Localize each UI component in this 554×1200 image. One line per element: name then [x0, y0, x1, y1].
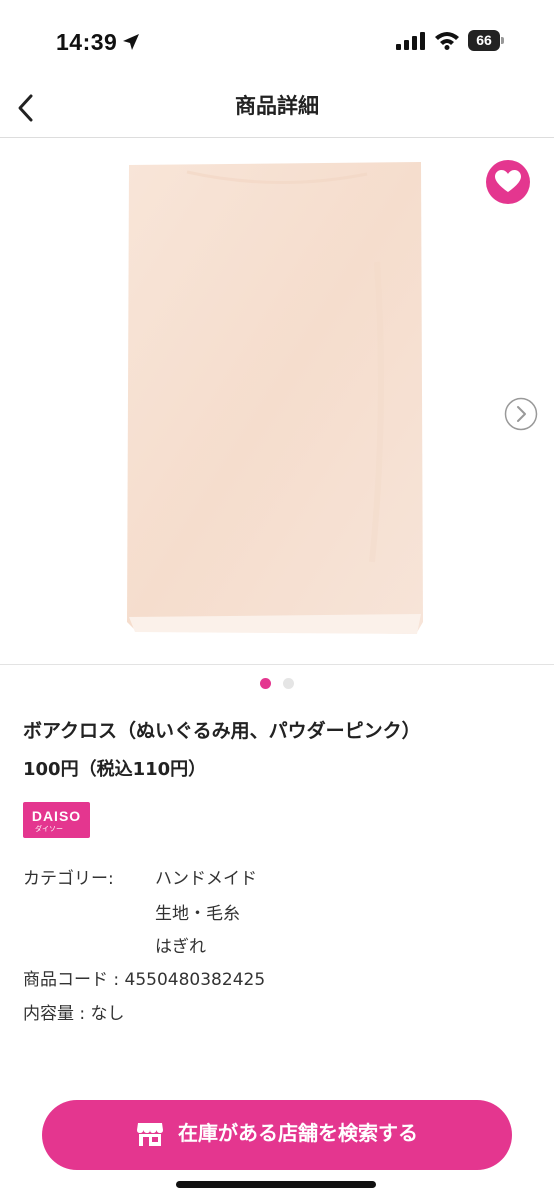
- pagination-dot-2[interactable]: [283, 678, 294, 689]
- search-stock-stores-label: 在庫がある店舗を検索する: [178, 1121, 418, 1145]
- brand-logo-sub: ダイソー: [35, 825, 63, 833]
- wifi-icon: [435, 32, 459, 50]
- chevron-left-icon: [18, 94, 33, 122]
- product-price: 100円（税込110円）: [23, 759, 207, 780]
- search-stock-stores-button[interactable]: 在庫がある店舗を検索する: [42, 1100, 512, 1170]
- gallery-pagination: [0, 678, 554, 692]
- product-gallery[interactable]: [0, 138, 554, 665]
- status-time-group: 14:39: [56, 26, 141, 58]
- category-item[interactable]: はぎれ: [155, 932, 206, 957]
- category-label: カテゴリー:: [23, 869, 114, 889]
- pagination-dot-1[interactable]: [260, 678, 271, 689]
- favorite-button[interactable]: [486, 160, 530, 204]
- brand-logo: DAISO ダイソー: [23, 802, 90, 838]
- page-title: 商品詳細: [235, 94, 319, 118]
- category-item[interactable]: ハンドメイド: [155, 864, 257, 889]
- product-code: 商品コード : 4550480382425: [23, 970, 266, 990]
- product-name: ボアクロス（ぬいぐるみ用、パウダーピンク）: [23, 720, 421, 742]
- product-image: [127, 162, 423, 634]
- category-item[interactable]: 生地・毛糸: [155, 899, 240, 924]
- nav-bar: 商品詳細: [0, 80, 554, 138]
- battery-icon: 66: [468, 30, 504, 51]
- status-time: 14:39: [56, 28, 118, 55]
- back-button[interactable]: [6, 88, 46, 128]
- battery-level: 66: [476, 32, 492, 48]
- store-icon: [137, 1123, 163, 1146]
- status-bar: 14:39 66: [0, 0, 554, 80]
- home-indicator: [176, 1181, 376, 1188]
- brand-logo-name: DAISO: [31, 808, 82, 824]
- product-volume: 内容量 : なし: [23, 1004, 125, 1024]
- cellular-signal-icon: [396, 32, 425, 50]
- chevron-right-circle-icon[interactable]: [504, 397, 538, 431]
- heart-icon: [495, 170, 521, 192]
- location-arrow-icon: [123, 34, 140, 50]
